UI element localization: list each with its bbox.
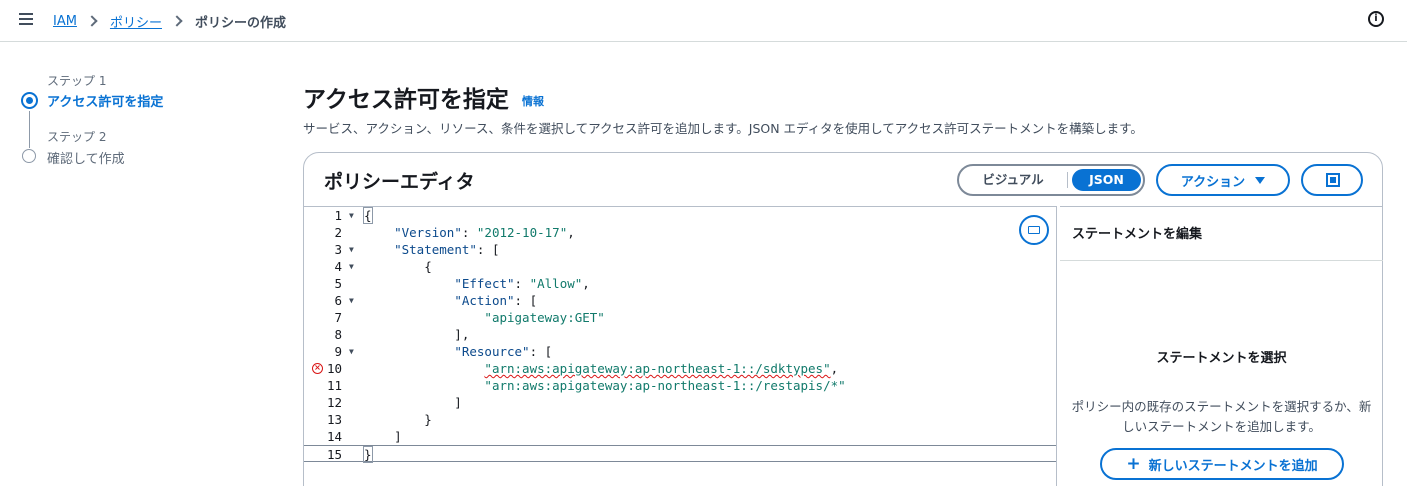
code-text: "arn:aws:apigateway:ap-northeast-1::/sdk… <box>484 361 839 376</box>
code-text: } <box>363 446 373 463</box>
code-line[interactable]: 9 ▼ "Resource": [ <box>304 343 1056 360</box>
line-number: 8 <box>334 327 342 342</box>
step-connector <box>29 111 30 148</box>
code-line[interactable]: 12 ] <box>304 394 1056 411</box>
caret-down-icon <box>1255 176 1266 184</box>
code-line[interactable]: 1 ▼ { <box>304 207 1056 224</box>
code-text: "arn:aws:apigateway:ap-northeast-1::/res… <box>484 378 846 393</box>
line-number: 4 <box>334 259 342 274</box>
top-bar: IAM ポリシー ポリシーの作成 i <box>0 0 1407 42</box>
empty-state-title: ステートメントを選択 <box>1156 351 1287 366</box>
line-number: 5 <box>334 276 342 291</box>
fullscreen-icon <box>1326 173 1340 187</box>
code-line[interactable]: 14 ] <box>304 428 1056 445</box>
breadcrumb-iam[interactable]: IAM <box>53 14 77 29</box>
empty-state-description: ポリシー内の既存のステートメントを選択するか、新しいステートメントを追加します。 <box>1071 399 1372 434</box>
info-link[interactable]: 情報 <box>522 93 544 109</box>
json-code-editor[interactable]: 1 ▼{2 "Version": "2012-10-17", 3 ▼ "Stateme… <box>304 206 1057 486</box>
line-number: 14 <box>326 429 342 444</box>
fold-caret-icon[interactable]: ▼ <box>349 343 354 360</box>
line-number: 12 <box>326 395 342 410</box>
code-line[interactable]: 5 "Effect": "Allow", <box>304 275 1056 292</box>
chevron-right-icon <box>171 15 183 27</box>
line-number: 7 <box>334 310 342 325</box>
code-line[interactable]: 3 ▼ "Statement": [ <box>304 241 1056 258</box>
line-number: 13 <box>326 412 342 427</box>
step-2-title: 確認して作成 <box>47 152 125 167</box>
statement-side-panel: ステートメントを編集 ステートメントを選択 ポリシー内の既存のステートメントを選… <box>1060 206 1383 486</box>
line-number: 1 <box>334 208 342 223</box>
code-text: } <box>364 412 432 427</box>
fullscreen-button[interactable] <box>1301 164 1363 196</box>
code-text: "Effect": "Allow", <box>454 276 590 291</box>
chevron-right-icon <box>86 15 98 27</box>
side-panel-header: ステートメントを編集 <box>1060 207 1383 261</box>
menu-icon[interactable] <box>19 13 33 25</box>
code-line[interactable]: 6 ▼ "Action": [ <box>304 292 1056 309</box>
code-text: ] <box>364 395 462 410</box>
code-line[interactable]: × 10 "arn:aws:apigateway:ap-northeast-1::… <box>304 360 1056 377</box>
add-statement-label: 新しいステートメントを追加 <box>1148 458 1318 474</box>
code-text: "Statement": [ <box>394 242 500 257</box>
code-text: "Version": "2012-10-17", <box>394 225 575 240</box>
code-text: { <box>363 207 373 224</box>
step-1-label: ステップ 1 <box>47 74 107 88</box>
code-line[interactable]: 11 "arn:aws:apigateway:ap-northeast-1::/… <box>304 377 1056 394</box>
line-number: 2 <box>334 225 342 240</box>
add-statement-button[interactable]: + 新しいステートメントを追加 <box>1100 448 1344 480</box>
line-number: 3 <box>334 242 342 257</box>
step-1-active-icon <box>21 92 38 109</box>
code-line[interactable]: 15} <box>304 445 1056 463</box>
fold-caret-icon[interactable]: ▼ <box>349 241 354 258</box>
fold-caret-icon[interactable]: ▼ <box>349 207 354 224</box>
code-line[interactable]: 2 "Version": "2012-10-17", <box>304 224 1056 241</box>
info-icon[interactable]: i <box>1368 11 1384 27</box>
code-line[interactable]: 13 } <box>304 411 1056 428</box>
side-panel-title: ステートメントを編集 <box>1072 227 1203 242</box>
page-description: サービス、アクション、リソース、条件を選択してアクセス許可を追加します。JSON… <box>303 121 1143 136</box>
editor-mode-toggle: ビジュアル JSON <box>957 164 1145 196</box>
visual-mode-button[interactable]: ビジュアル <box>959 166 1067 194</box>
line-number: 9 <box>334 344 342 359</box>
step-2-inactive-icon <box>22 149 36 163</box>
fold-caret-icon[interactable]: ▼ <box>349 258 354 275</box>
code-text: "Action": [ <box>454 293 538 308</box>
policy-editor-title: ポリシーエディタ <box>324 171 475 193</box>
code-line[interactable]: 8 ], <box>304 326 1056 343</box>
toggle-divider <box>1067 172 1068 188</box>
code-text: "Resource": [ <box>454 344 553 359</box>
actions-button[interactable]: アクション <box>1156 164 1290 196</box>
breadcrumb: IAM ポリシー ポリシーの作成 <box>53 11 286 31</box>
page-title: アクセス許可を指定 <box>303 87 509 113</box>
line-number: 15 <box>326 447 342 462</box>
code-text: { <box>364 259 432 274</box>
policy-editor-container: ポリシーエディタ ビジュアル JSON アクション 1 ▼ {2 "Version"… <box>303 152 1383 486</box>
line-number: 6 <box>334 293 342 308</box>
code-text: ] <box>364 429 402 444</box>
code-line[interactable]: 7 "apigateway:GET" <box>304 309 1056 326</box>
plus-icon: + <box>1126 454 1141 474</box>
breadcrumb-current: ポリシーの作成 <box>194 15 286 31</box>
actions-button-label: アクション <box>1180 174 1246 190</box>
step-2-label: ステップ 2 <box>47 130 107 144</box>
json-mode-button[interactable]: JSON <box>1072 169 1141 191</box>
line-number: 11 <box>326 378 342 393</box>
code-line[interactable]: 4 ▼ { <box>304 258 1056 275</box>
line-number: 10 <box>326 361 342 376</box>
code-text: "apigateway:GET" <box>484 310 605 325</box>
breadcrumb-policies[interactable]: ポリシー <box>110 12 162 31</box>
step-1-title: アクセス許可を指定 <box>47 95 164 110</box>
fold-caret-icon[interactable]: ▼ <box>349 292 354 309</box>
code-text: ], <box>364 327 470 342</box>
